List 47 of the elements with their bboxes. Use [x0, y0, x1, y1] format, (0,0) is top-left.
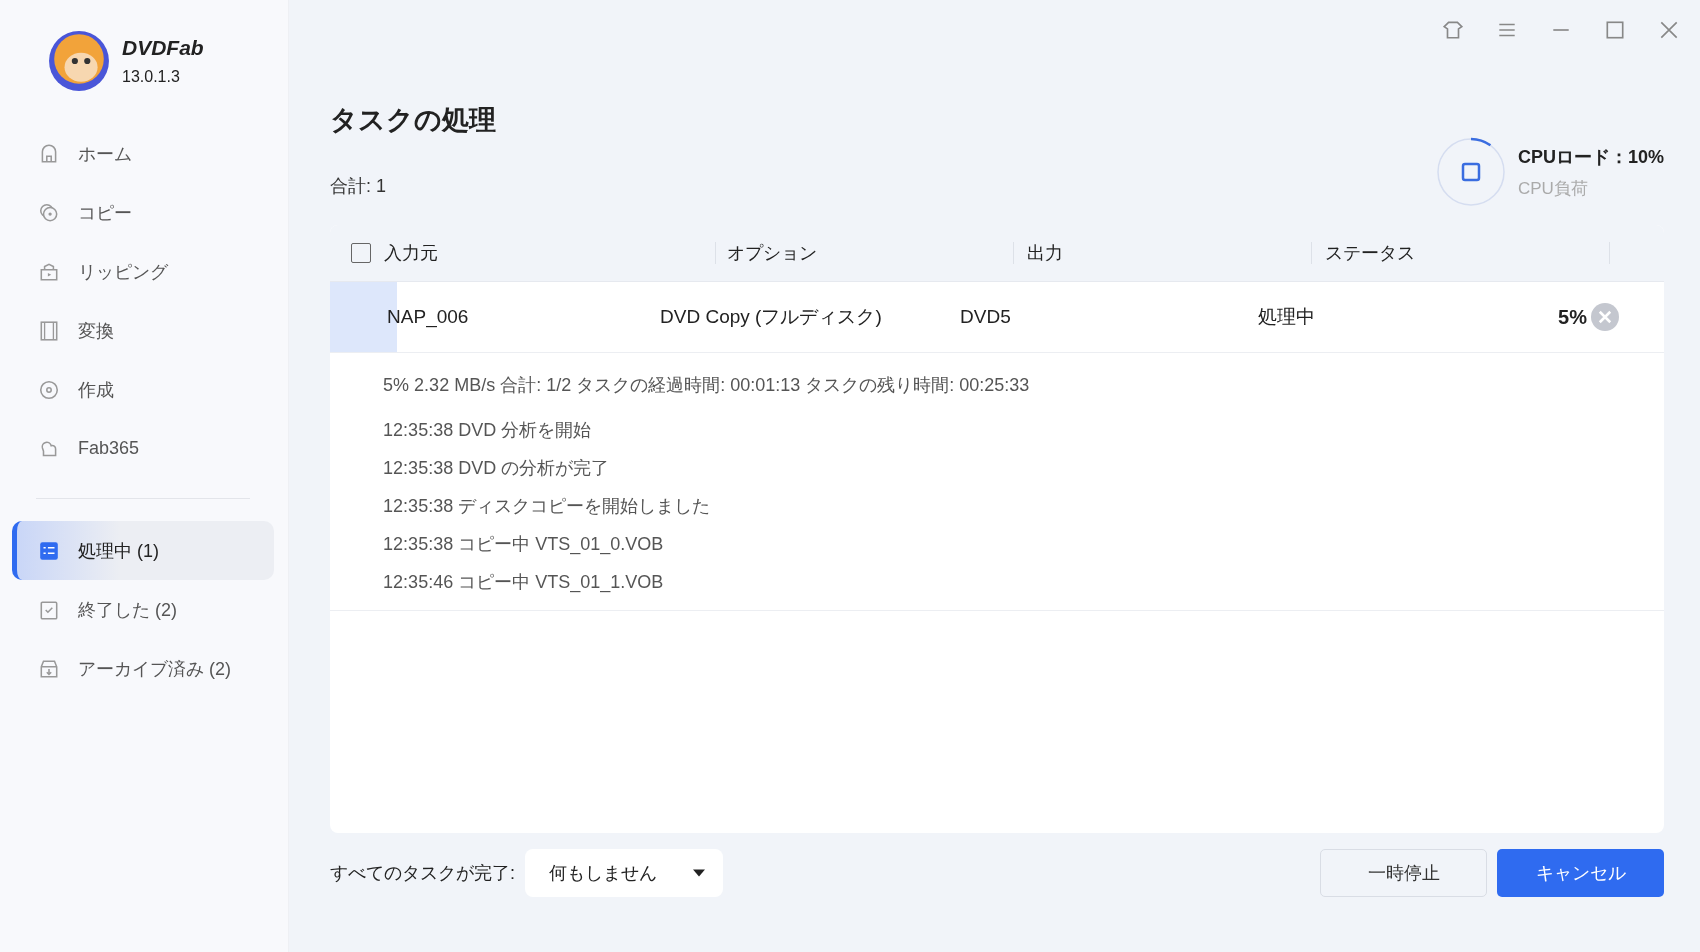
pause-button[interactable]: 一時停止	[1320, 849, 1487, 897]
sidebar-item[interactable]: コピー	[12, 183, 275, 242]
discs-icon	[38, 201, 60, 224]
on-complete-label: すべてのタスクが完了:	[330, 862, 516, 885]
sidebar-item[interactable]: アーカイブ済み (2)	[12, 639, 275, 698]
list-icon	[38, 539, 60, 562]
cpu-load-caption: CPU負荷	[1517, 177, 1589, 200]
task-row[interactable]: NAP_006 DVD Copy (フルディスク) DVD5 処理中 5%	[330, 282, 1664, 353]
app-name: DVDFab	[122, 36, 204, 60]
log-line: 12:35:46 コピー中 VTS_01_1.VOB	[383, 571, 665, 595]
sidebar-item[interactable]: 変換	[12, 301, 275, 360]
column-header[interactable]: ステータス	[1312, 242, 1611, 264]
table-cell-text: DVD5	[960, 306, 1012, 328]
monkey-logo-icon	[48, 30, 110, 92]
log-line: 12:35:38 コピー中 VTS_01_0.VOB	[383, 533, 665, 557]
sidebar-item[interactable]: 作成	[12, 360, 275, 419]
on-complete-dropdown[interactable]: 何もしません	[525, 849, 724, 897]
column-header[interactable]: オプション	[716, 242, 1015, 264]
table-cell-text: 処理中	[1258, 305, 1317, 329]
progress-percent: 5%	[1558, 305, 1587, 329]
total-count: 合計: 1	[330, 175, 388, 198]
table-cell-text: NAP_006	[386, 306, 470, 328]
app-version: 13.0.1.3	[122, 68, 181, 86]
sidebar-item[interactable]: 終了した (2)	[12, 580, 275, 639]
disc-icon	[38, 378, 60, 401]
cpu-load-label: CPUロード：10%	[1517, 145, 1664, 169]
log-line: 12:35:38 DVD 分析を開始	[383, 419, 593, 442]
sidebar-item[interactable]: リッピング	[12, 242, 275, 301]
remove-icon[interactable]	[1591, 303, 1619, 331]
maximize-icon[interactable]	[1604, 19, 1626, 41]
progress-summary: 5% 2.32 MB/s 合計: 1/2 タスクの経過時間: 00:01:13 タスクの残り時間: 00:25:33	[383, 374, 1031, 397]
cpu-load-gauge	[1435, 137, 1506, 207]
sidebar-item[interactable]: ホーム	[12, 124, 275, 183]
sidebar-item[interactable]: Fab365	[12, 419, 275, 478]
column-header[interactable]: 入力元	[384, 242, 717, 264]
log-line: 12:35:38 ディスクコピーを開始しました	[383, 495, 712, 518]
film-icon	[38, 319, 60, 342]
sidebar-item[interactable]: 処理中 (1)	[12, 521, 275, 580]
table-cell-text: DVD Copy (フルディスク)	[660, 305, 883, 329]
column-header[interactable]: 出力	[1014, 242, 1313, 264]
cancel-button[interactable]: キャンセル	[1497, 849, 1664, 897]
log-line: 12:35:38 DVD の分析が完了	[383, 457, 611, 480]
select-all-checkbox[interactable]	[351, 243, 372, 263]
close-icon[interactable]	[1658, 19, 1680, 41]
caret-icon	[693, 869, 706, 877]
shirt-icon[interactable]	[1442, 19, 1464, 41]
page-title: タスクの処理	[330, 104, 497, 137]
